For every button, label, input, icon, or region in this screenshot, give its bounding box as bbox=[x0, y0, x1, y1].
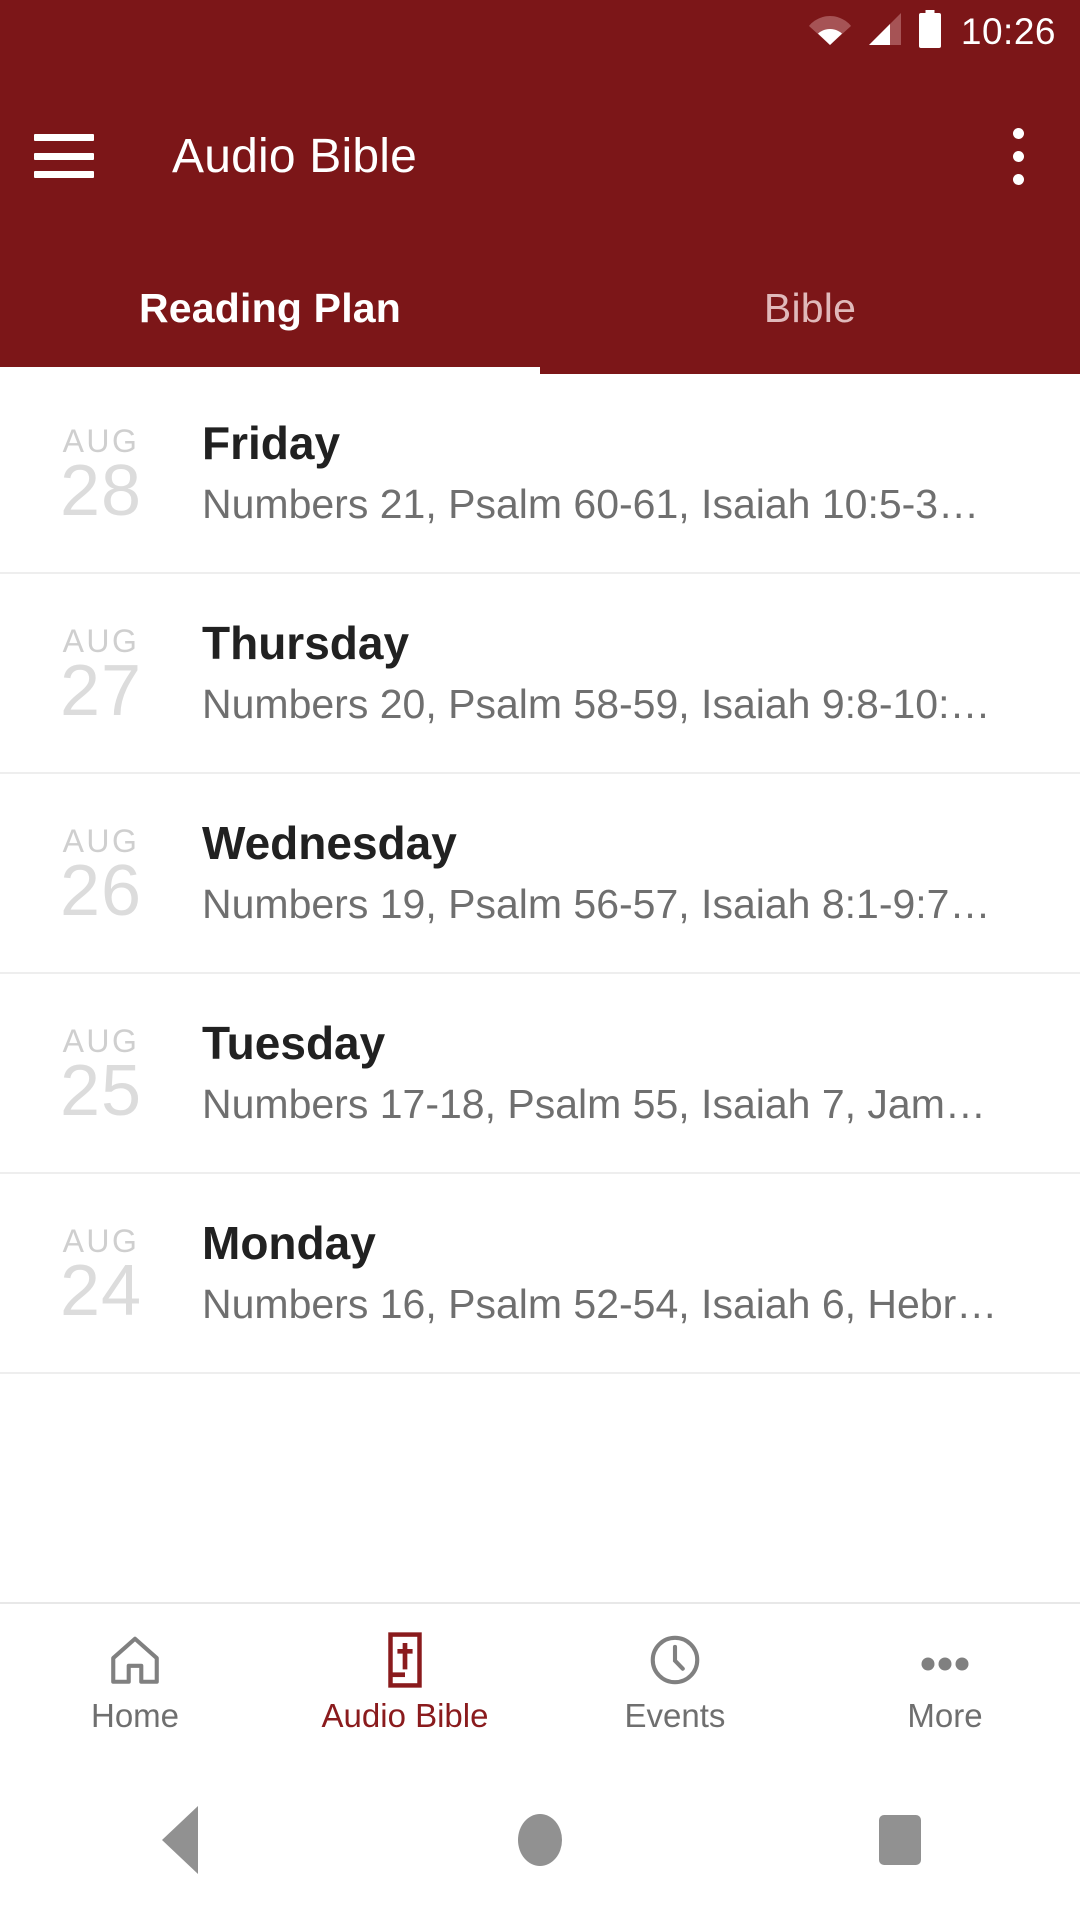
date-block: AUG 24 bbox=[0, 1222, 202, 1331]
nav-item-more[interactable]: More bbox=[810, 1604, 1080, 1760]
tab-reading-plan-label: Reading Plan bbox=[138, 284, 402, 331]
reading-plan-row[interactable]: AUG 28 Friday Numbers 21, Psalm 60-61, I… bbox=[0, 374, 1080, 574]
battery-icon bbox=[917, 9, 943, 53]
clock-icon bbox=[646, 1631, 704, 1689]
weekday-label: Friday bbox=[202, 417, 341, 469]
home-circle-icon bbox=[518, 1814, 562, 1866]
tab-reading-plan[interactable]: Reading Plan bbox=[0, 250, 540, 374]
status-bar-clock: 10:26 bbox=[960, 10, 1056, 52]
date-day: 27 bbox=[59, 651, 143, 731]
passages-label: Numbers 19, Psalm 56-57, Isaiah 8:1-9:7… bbox=[202, 881, 991, 927]
row-text: Wednesday Numbers 19, Psalm 56-57, Isaia… bbox=[202, 816, 1046, 930]
more-vertical-icon[interactable] bbox=[990, 116, 1046, 196]
recents-button[interactable] bbox=[720, 1760, 1080, 1920]
row-text: Monday Numbers 16, Psalm 52-54, Isaiah 6… bbox=[202, 1216, 1046, 1330]
weekday-label: Thursday bbox=[202, 617, 410, 669]
phone-screen: 10:26 Audio Bible Reading Plan Bible AUG… bbox=[0, 0, 1080, 1920]
back-triangle-icon bbox=[162, 1806, 198, 1874]
android-system-nav-bar bbox=[0, 1760, 1080, 1920]
back-button[interactable] bbox=[0, 1760, 360, 1920]
passages-label: Numbers 17-18, Psalm 55, Isaiah 7, Jam… bbox=[202, 1081, 986, 1127]
date-block: AUG 28 bbox=[0, 422, 202, 531]
date-block: AUG 25 bbox=[0, 1022, 202, 1131]
reading-plan-row[interactable]: AUG 27 Thursday Numbers 20, Psalm 58-59,… bbox=[0, 574, 1080, 774]
page-title: Audio Bible bbox=[172, 129, 418, 183]
wifi-icon bbox=[808, 12, 851, 51]
bottom-navigation-bar: Home Audio Bible Events More bbox=[0, 1602, 1080, 1760]
home-button[interactable] bbox=[360, 1760, 720, 1920]
cellular-signal-icon bbox=[865, 12, 903, 51]
nav-item-audio-bible-label: Audio Bible bbox=[321, 1697, 489, 1734]
row-text: Tuesday Numbers 17-18, Psalm 55, Isaiah … bbox=[202, 1016, 1046, 1130]
recents-square-icon bbox=[879, 1815, 921, 1865]
passages-label: Numbers 20, Psalm 58-59, Isaiah 9:8-10:… bbox=[202, 681, 991, 727]
date-block: AUG 26 bbox=[0, 822, 202, 931]
nav-item-more-label: More bbox=[907, 1697, 983, 1734]
reading-plan-list: AUG 28 Friday Numbers 21, Psalm 60-61, I… bbox=[0, 374, 1080, 1374]
reading-plan-row[interactable]: AUG 25 Tuesday Numbers 17-18, Psalm 55, … bbox=[0, 974, 1080, 1174]
date-day: 25 bbox=[59, 1051, 143, 1131]
passages-label: Numbers 21, Psalm 60-61, Isaiah 10:5-3… bbox=[202, 481, 980, 527]
date-day: 24 bbox=[59, 1251, 143, 1331]
weekday-label: Monday bbox=[202, 1217, 376, 1269]
passages-label: Numbers 16, Psalm 52-54, Isaiah 6, Hebr… bbox=[202, 1281, 998, 1327]
hamburger-menu-icon[interactable] bbox=[34, 134, 94, 178]
row-text: Thursday Numbers 20, Psalm 58-59, Isaiah… bbox=[202, 616, 1046, 730]
weekday-label: Tuesday bbox=[202, 1017, 386, 1069]
nav-item-home-label: Home bbox=[90, 1697, 180, 1734]
weekday-label: Wednesday bbox=[202, 817, 457, 869]
reading-plan-row[interactable]: AUG 24 Monday Numbers 16, Psalm 52-54, I… bbox=[0, 1174, 1080, 1374]
row-text: Friday Numbers 21, Psalm 60-61, Isaiah 1… bbox=[202, 416, 1046, 530]
nav-item-home[interactable]: Home bbox=[0, 1604, 270, 1760]
date-day: 26 bbox=[59, 851, 143, 931]
tab-bar: Reading Plan Bible bbox=[0, 250, 1080, 374]
nav-item-events-label: Events bbox=[624, 1697, 726, 1734]
tab-bible-label: Bible bbox=[763, 284, 857, 331]
reading-plan-row[interactable]: AUG 26 Wednesday Numbers 19, Psalm 56-57… bbox=[0, 774, 1080, 974]
tab-bible[interactable]: Bible bbox=[540, 250, 1080, 374]
date-day: 28 bbox=[59, 451, 143, 531]
ellipsis-icon bbox=[915, 1631, 975, 1689]
bible-book-icon bbox=[377, 1631, 433, 1689]
home-icon bbox=[106, 1631, 164, 1689]
status-bar: 10:26 bbox=[0, 0, 1080, 62]
nav-item-audio-bible[interactable]: Audio Bible bbox=[270, 1604, 540, 1760]
date-block: AUG 27 bbox=[0, 622, 202, 731]
nav-item-events[interactable]: Events bbox=[540, 1604, 810, 1760]
app-bar: Audio Bible bbox=[0, 62, 1080, 250]
